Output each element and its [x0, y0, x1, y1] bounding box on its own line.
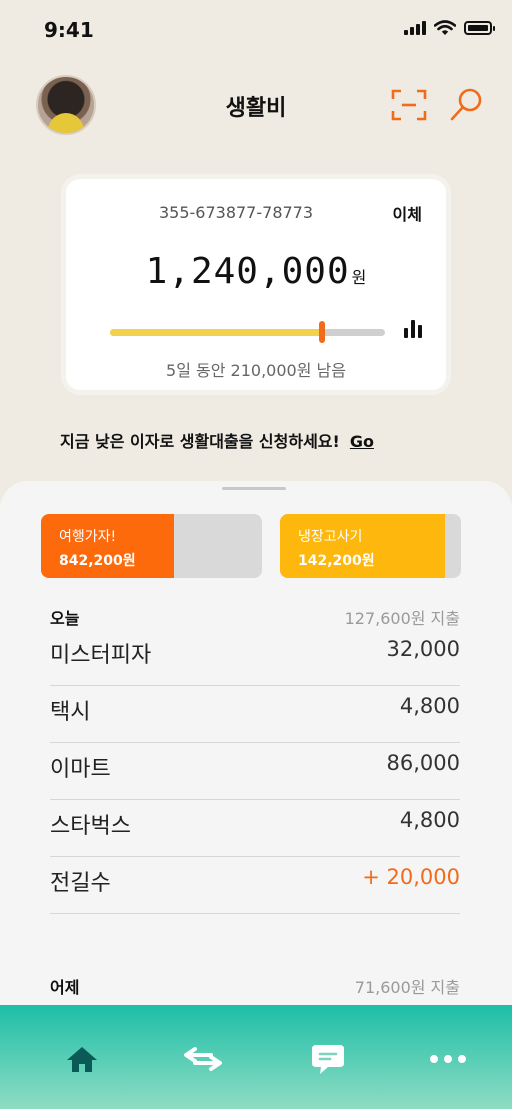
scan-icon	[391, 89, 427, 121]
transaction-row[interactable]: 미스터피자 32,000	[50, 629, 460, 686]
page-title: 생활비	[225, 96, 287, 121]
battery-icon	[464, 21, 495, 35]
status-icons	[404, 20, 495, 36]
tab-home[interactable]	[58, 1035, 106, 1083]
goal-name: 냉장고사기	[298, 529, 363, 545]
transaction-amount: 86,000	[386, 751, 460, 775]
goal-card-fridge[interactable]: 냉장고사기 142,200원	[280, 514, 461, 578]
account-number: 355-673877-78773	[158, 203, 314, 222]
transaction-name: 스타벅스	[50, 814, 131, 839]
balance: 1,240,000 원	[66, 251, 446, 292]
header: 생활비	[0, 70, 512, 140]
transaction-row[interactable]: 이마트 86,000	[50, 743, 460, 800]
more-icon	[430, 1055, 466, 1063]
loan-promo: 지금 낮은 이자로 생활대출을 신청하세요! Go	[60, 428, 374, 452]
section-total-today: 127,600원 지출	[344, 609, 460, 628]
tab-bar	[0, 1005, 512, 1109]
balance-unit: 원	[351, 268, 367, 287]
transaction-name: 미스터피자	[50, 643, 152, 668]
section-total-yesterday: 71,600원 지출	[354, 978, 460, 997]
transaction-name: 전길수	[50, 871, 111, 896]
budget-progress-marker	[318, 321, 325, 343]
tab-transfer[interactable]	[179, 1035, 227, 1083]
loan-promo-go-link[interactable]: Go	[350, 432, 374, 451]
search-icon	[450, 88, 482, 121]
tab-chat[interactable]	[304, 1035, 352, 1083]
transaction-name: 택시	[50, 700, 91, 725]
sheet-drag-handle[interactable]	[222, 487, 286, 490]
transaction-amount-income: + 20,000	[362, 865, 460, 889]
status-time: 9:41	[44, 18, 94, 42]
budget-progress-bar	[110, 321, 385, 343]
loan-promo-text: 지금 낮은 이자로 생활대출을 신청하세요!	[60, 432, 340, 451]
scan-button[interactable]	[390, 88, 428, 122]
goal-card-travel[interactable]: 여행가자! 842,200원	[41, 514, 262, 578]
chat-icon	[312, 1045, 344, 1074]
transaction-amount: 32,000	[386, 637, 460, 661]
transaction-amount: 4,800	[399, 694, 460, 718]
transaction-row[interactable]: 전길수 + 20,000	[50, 857, 460, 914]
transaction-name: 이마트	[50, 757, 111, 782]
budget-progress-fill	[110, 329, 322, 336]
tab-more[interactable]	[424, 1035, 472, 1083]
goal-amount: 842,200원	[59, 553, 136, 569]
goal-amount: 142,200원	[298, 553, 375, 569]
status-bar: 9:41	[0, 0, 512, 60]
transaction-row[interactable]: 택시 4,800	[50, 686, 460, 743]
goal-name: 여행가자!	[59, 529, 117, 545]
stats-icon[interactable]	[404, 320, 422, 338]
search-button[interactable]	[448, 86, 486, 124]
cellular-signal-icon	[404, 21, 426, 35]
home-icon	[67, 1047, 97, 1072]
balance-amount: 1,240,000	[145, 251, 350, 292]
section-title-today: 오늘	[50, 609, 80, 628]
section-title-yesterday: 어제	[50, 978, 80, 997]
transfer-icon	[184, 1047, 222, 1071]
transfer-button[interactable]: 이체	[393, 201, 422, 225]
transaction-row[interactable]: 스타벅스 4,800	[50, 800, 460, 857]
wifi-icon	[434, 20, 456, 35]
remaining-budget-text: 5일 동안 210,000원 남음	[166, 361, 346, 380]
transaction-amount: 4,800	[399, 808, 460, 832]
account-card[interactable]: 355-673877-78773 이체 1,240,000 원 5일 동안 210…	[66, 179, 446, 390]
